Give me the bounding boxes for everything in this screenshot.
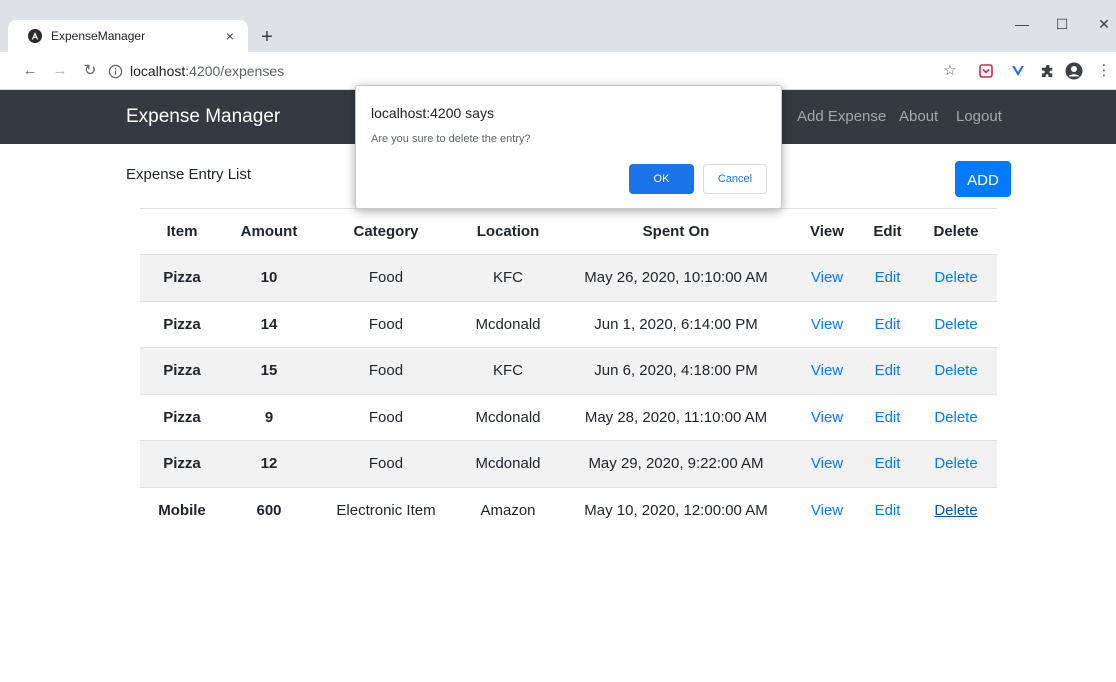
- header-location: Location: [458, 208, 558, 255]
- header-view: View: [794, 208, 860, 255]
- edit-link[interactable]: Edit: [860, 347, 915, 394]
- browser-tabstrip: ExpenseManager × + — ☐ ✕: [0, 0, 1116, 52]
- header-amount: Amount: [224, 208, 314, 255]
- cell-category: Electronic Item: [314, 486, 458, 534]
- angular-icon: [28, 29, 42, 43]
- info-icon[interactable]: [108, 64, 123, 79]
- table-row: Pizza 10 Food KFC May 26, 2020, 10:10:00…: [140, 254, 997, 301]
- cell-amount: 14: [224, 300, 314, 348]
- table-row: Pizza 15 Food KFC Jun 6, 2020, 4:18:00 P…: [140, 347, 997, 394]
- expense-table: Item Amount Category Location Spent On V…: [140, 208, 997, 534]
- dialog-title: localhost:4200 says: [371, 105, 494, 121]
- delete-link-hovered[interactable]: Delete: [915, 486, 997, 534]
- cell-amount: 9: [224, 393, 314, 441]
- cell-amount: 15: [224, 347, 314, 394]
- edit-link[interactable]: Edit: [860, 393, 915, 441]
- cell-location: Mcdonald: [458, 300, 558, 348]
- nav-about-link[interactable]: About: [899, 108, 938, 125]
- star-icon[interactable]: ☆: [940, 61, 960, 81]
- edit-link[interactable]: Edit: [860, 254, 915, 301]
- view-link[interactable]: View: [794, 300, 860, 348]
- cell-spent-on: Jun 6, 2020, 4:18:00 PM: [558, 347, 794, 394]
- vue-devtools-icon[interactable]: [1008, 61, 1028, 81]
- delete-link[interactable]: Delete: [915, 254, 997, 301]
- minimize-button[interactable]: —: [1010, 14, 1034, 34]
- nav-add-expense-link[interactable]: Add Expense: [797, 108, 886, 125]
- table-header-row: Item Amount Category Location Spent On V…: [140, 208, 997, 255]
- header-spent-on: Spent On: [558, 208, 794, 255]
- dialog-message: Are you sure to delete the entry?: [371, 133, 531, 145]
- dialog-ok-button[interactable]: OK: [629, 164, 694, 194]
- delete-link[interactable]: Delete: [915, 347, 997, 394]
- tab-title: ExpenseManager: [51, 29, 146, 43]
- cell-location: Mcdonald: [458, 440, 558, 487]
- view-link[interactable]: View: [794, 440, 860, 487]
- address-bar[interactable]: localhost:4200/expenses: [108, 56, 968, 86]
- url-text: localhost:4200/expenses: [130, 63, 285, 79]
- cell-category: Food: [314, 300, 458, 348]
- maximize-button[interactable]: ☐: [1050, 14, 1074, 34]
- delete-link-text[interactable]: Delete: [934, 502, 977, 519]
- cell-amount: 12: [224, 440, 314, 487]
- header-edit: Edit: [860, 208, 915, 255]
- back-arrow-icon[interactable]: ←: [20, 61, 40, 81]
- reload-icon[interactable]: ↻: [80, 61, 100, 81]
- cell-item: Pizza: [140, 347, 224, 394]
- view-link[interactable]: View: [794, 393, 860, 441]
- browser-tab[interactable]: ExpenseManager ×: [8, 20, 248, 52]
- cell-amount: 600: [224, 486, 314, 534]
- confirm-dialog: localhost:4200 says Are you sure to dele…: [355, 85, 782, 209]
- table-row: Mobile 600 Electronic Item Amazon May 10…: [140, 486, 997, 534]
- cell-item: Mobile: [140, 486, 224, 534]
- header-delete: Delete: [915, 208, 997, 255]
- forward-arrow-icon[interactable]: →: [50, 61, 70, 81]
- add-expense-button[interactable]: ADD: [955, 161, 1011, 197]
- cell-spent-on: May 10, 2020, 12:00:00 AM: [558, 486, 794, 534]
- tab-close-icon[interactable]: ×: [220, 26, 240, 46]
- delete-link[interactable]: Delete: [915, 300, 997, 348]
- brand-title[interactable]: Expense Manager: [126, 106, 280, 128]
- view-link[interactable]: View: [794, 486, 860, 534]
- new-tab-button[interactable]: +: [255, 26, 279, 50]
- cell-category: Food: [314, 347, 458, 394]
- delete-link[interactable]: Delete: [915, 393, 997, 441]
- header-item: Item: [140, 208, 224, 255]
- page-title: Expense Entry List: [126, 166, 252, 183]
- close-window-button[interactable]: ✕: [1092, 14, 1116, 34]
- view-link[interactable]: View: [794, 347, 860, 394]
- cell-spent-on: May 29, 2020, 9:22:00 AM: [558, 440, 794, 487]
- cell-category: Food: [314, 254, 458, 301]
- cell-item: Pizza: [140, 393, 224, 441]
- view-link[interactable]: View: [794, 254, 860, 301]
- table-row: Pizza 14 Food Mcdonald Jun 1, 2020, 6:14…: [140, 300, 997, 348]
- table-row: Pizza 9 Food Mcdonald May 28, 2020, 11:1…: [140, 393, 997, 441]
- cell-location: KFC: [458, 347, 558, 394]
- cell-spent-on: Jun 1, 2020, 6:14:00 PM: [558, 300, 794, 348]
- nav-logout-link[interactable]: Logout: [956, 108, 1002, 125]
- edit-link[interactable]: Edit: [860, 486, 915, 534]
- cell-spent-on: May 28, 2020, 11:10:00 AM: [558, 393, 794, 441]
- cell-location: Mcdonald: [458, 393, 558, 441]
- table-row: Pizza 12 Food Mcdonald May 29, 2020, 9:2…: [140, 440, 997, 487]
- cell-item: Pizza: [140, 440, 224, 487]
- cell-category: Food: [314, 440, 458, 487]
- edit-link[interactable]: Edit: [860, 300, 915, 348]
- edit-link[interactable]: Edit: [860, 440, 915, 487]
- cell-location: KFC: [458, 254, 558, 301]
- cell-amount: 10: [224, 254, 314, 301]
- pocket-icon[interactable]: [976, 61, 996, 81]
- extensions-icon[interactable]: [1038, 61, 1058, 81]
- cell-item: Pizza: [140, 300, 224, 348]
- profile-icon[interactable]: [1064, 61, 1084, 81]
- dialog-cancel-button[interactable]: Cancel: [703, 164, 767, 194]
- delete-link[interactable]: Delete: [915, 440, 997, 487]
- menu-icon[interactable]: ⋮: [1094, 61, 1114, 81]
- header-category: Category: [314, 208, 458, 255]
- cell-spent-on: May 26, 2020, 10:10:00 AM: [558, 254, 794, 301]
- cell-item: Pizza: [140, 254, 224, 301]
- cell-location: Amazon: [458, 486, 558, 534]
- cell-category: Food: [314, 393, 458, 441]
